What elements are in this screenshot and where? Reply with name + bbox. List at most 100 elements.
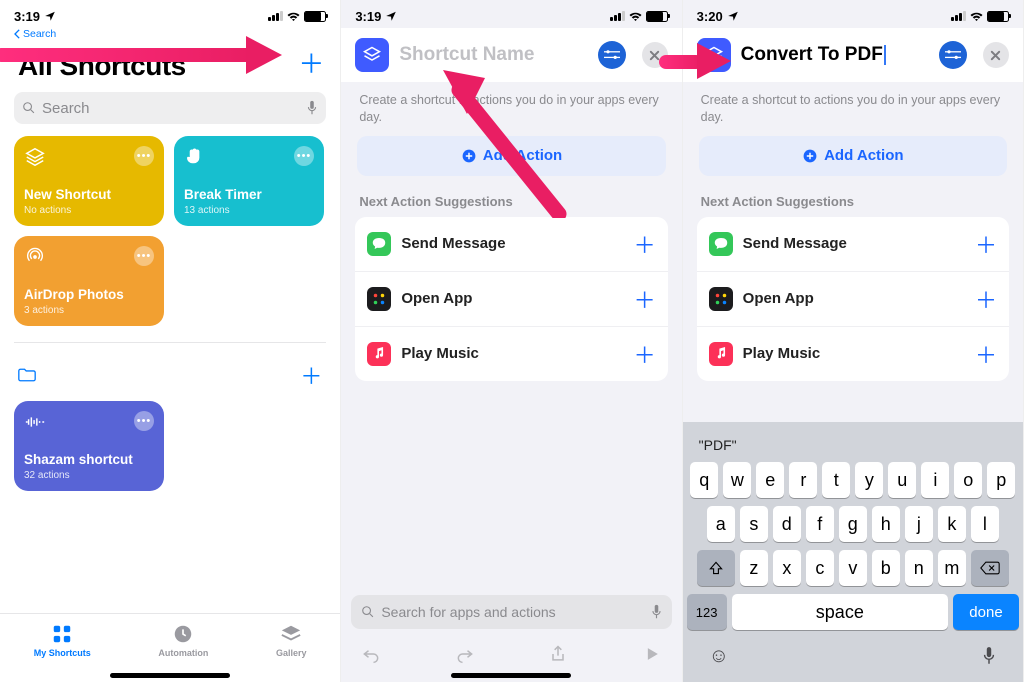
wifi-icon: [628, 11, 643, 22]
card-menu[interactable]: •••: [294, 146, 314, 166]
tab-my-shortcuts[interactable]: My Shortcuts: [34, 623, 91, 658]
suggestion-play-music[interactable]: Play Music ＋: [355, 327, 667, 381]
waveform-icon: [24, 411, 46, 433]
add-icon[interactable]: ＋: [634, 338, 656, 370]
key-z[interactable]: z: [740, 550, 768, 586]
editor-header: Convert To PDF: [683, 28, 1023, 82]
clock: 3:20: [697, 9, 723, 24]
new-shortcut-plus[interactable]: ＋: [298, 44, 324, 81]
layers-icon: [704, 45, 724, 65]
close-button[interactable]: [642, 42, 668, 68]
emoji-button[interactable]: ☺: [709, 645, 729, 668]
key-w[interactable]: w: [723, 462, 751, 498]
screen-new-shortcut-editor: 3:19 Shortcut Name Create a shortcut to …: [341, 0, 682, 682]
key-j[interactable]: j: [905, 506, 933, 542]
redo-icon[interactable]: [455, 644, 475, 664]
card-new-shortcut[interactable]: ••• New ShortcutNo actions: [14, 136, 164, 226]
key-o[interactable]: o: [954, 462, 982, 498]
card-shazam-shortcut[interactable]: ••• Shazam shortcut32 actions: [14, 401, 164, 491]
key-l[interactable]: l: [971, 506, 999, 542]
key-r[interactable]: r: [789, 462, 817, 498]
shortcut-icon[interactable]: [697, 38, 731, 72]
keyboard-suggestion[interactable]: "PDF": [687, 428, 1019, 462]
card-menu[interactable]: •••: [134, 411, 154, 431]
add-icon[interactable]: ＋: [634, 228, 656, 260]
keyboard-row-4: 123 space done: [687, 594, 1019, 630]
search-input[interactable]: Search: [14, 92, 326, 124]
shortcuts-grid: ••• New ShortcutNo actions ••• Break Tim…: [0, 136, 340, 326]
key-u[interactable]: u: [888, 462, 916, 498]
signal-icon: [951, 11, 966, 21]
key-e[interactable]: e: [756, 462, 784, 498]
key-d[interactable]: d: [773, 506, 801, 542]
options-button[interactable]: [939, 41, 967, 69]
key-n[interactable]: n: [905, 550, 933, 586]
tab-bar: My Shortcuts Automation Gallery: [0, 613, 340, 673]
dictation-icon[interactable]: [981, 646, 997, 666]
keyboard-row-2: a s d f g h j k l: [687, 506, 1019, 542]
airdrop-icon: [24, 246, 46, 268]
suggestion-open-app[interactable]: Open App ＋: [697, 272, 1009, 327]
editor-description: Create a shortcut to actions you do in y…: [341, 82, 681, 136]
share-icon[interactable]: [548, 644, 568, 664]
key-g[interactable]: g: [839, 506, 867, 542]
app-grid-icon: [367, 287, 391, 311]
close-button[interactable]: [983, 42, 1009, 68]
shortcut-name-input[interactable]: Shortcut Name: [399, 44, 587, 66]
key-i[interactable]: i: [921, 462, 949, 498]
status-bar: 3:19: [341, 0, 681, 28]
options-icon: [945, 49, 961, 61]
card-airdrop-photos[interactable]: ••• AirDrop Photos3 actions: [14, 236, 164, 326]
play-icon[interactable]: [642, 644, 662, 664]
key-p[interactable]: p: [987, 462, 1015, 498]
key-x[interactable]: x: [773, 550, 801, 586]
options-icon: [604, 49, 620, 61]
key-f[interactable]: f: [806, 506, 834, 542]
folder-add-icon[interactable]: ＋: [300, 359, 322, 391]
suggestion-play-music[interactable]: Play Music ＋: [697, 327, 1009, 381]
add-icon[interactable]: ＋: [975, 283, 997, 315]
key-space[interactable]: space: [732, 594, 948, 630]
key-s[interactable]: s: [740, 506, 768, 542]
search-icon: [22, 101, 36, 115]
card-menu[interactable]: •••: [134, 146, 154, 166]
add-action-button[interactable]: Add Action: [357, 136, 665, 176]
add-icon[interactable]: ＋: [634, 283, 656, 315]
key-q[interactable]: q: [690, 462, 718, 498]
key-y[interactable]: y: [855, 462, 883, 498]
suggestion-open-app[interactable]: Open App ＋: [355, 272, 667, 327]
key-b[interactable]: b: [872, 550, 900, 586]
shortcut-icon[interactable]: [355, 38, 389, 72]
key-shift[interactable]: [697, 550, 735, 586]
battery-icon: [987, 11, 1009, 22]
card-break-timer[interactable]: ••• Break Timer13 actions: [174, 136, 324, 226]
add-action-button[interactable]: Add Action: [699, 136, 1007, 176]
key-k[interactable]: k: [938, 506, 966, 542]
layers-icon: [362, 45, 382, 65]
tab-gallery[interactable]: Gallery: [276, 623, 307, 658]
suggestion-send-message[interactable]: Send Message ＋: [697, 217, 1009, 272]
key-done[interactable]: done: [953, 594, 1019, 630]
key-a[interactable]: a: [707, 506, 735, 542]
key-t[interactable]: t: [822, 462, 850, 498]
key-backspace[interactable]: [971, 550, 1009, 586]
key-m[interactable]: m: [938, 550, 966, 586]
search-actions-input[interactable]: Search for apps and actions: [351, 595, 671, 629]
add-icon[interactable]: ＋: [975, 338, 997, 370]
shortcut-name-input[interactable]: Convert To PDF: [741, 44, 929, 66]
suggestions-header: Next Action Suggestions: [683, 194, 1023, 217]
key-h[interactable]: h: [872, 506, 900, 542]
key-123[interactable]: 123: [687, 594, 727, 630]
add-icon[interactable]: ＋: [975, 228, 997, 260]
key-v[interactable]: v: [839, 550, 867, 586]
card-menu[interactable]: •••: [134, 246, 154, 266]
back-search-link[interactable]: Search: [0, 28, 340, 44]
page-title: All Shortcuts: [0, 44, 340, 92]
key-c[interactable]: c: [806, 550, 834, 586]
screen-named-shortcut-editor: 3:20 Convert To PDF Create a shortcut to…: [683, 0, 1024, 682]
undo-icon[interactable]: [361, 644, 381, 664]
suggestion-send-message[interactable]: Send Message ＋: [355, 217, 667, 272]
options-button[interactable]: [598, 41, 626, 69]
tab-automation[interactable]: Automation: [158, 623, 208, 658]
folder-header[interactable]: ＋: [0, 343, 340, 401]
